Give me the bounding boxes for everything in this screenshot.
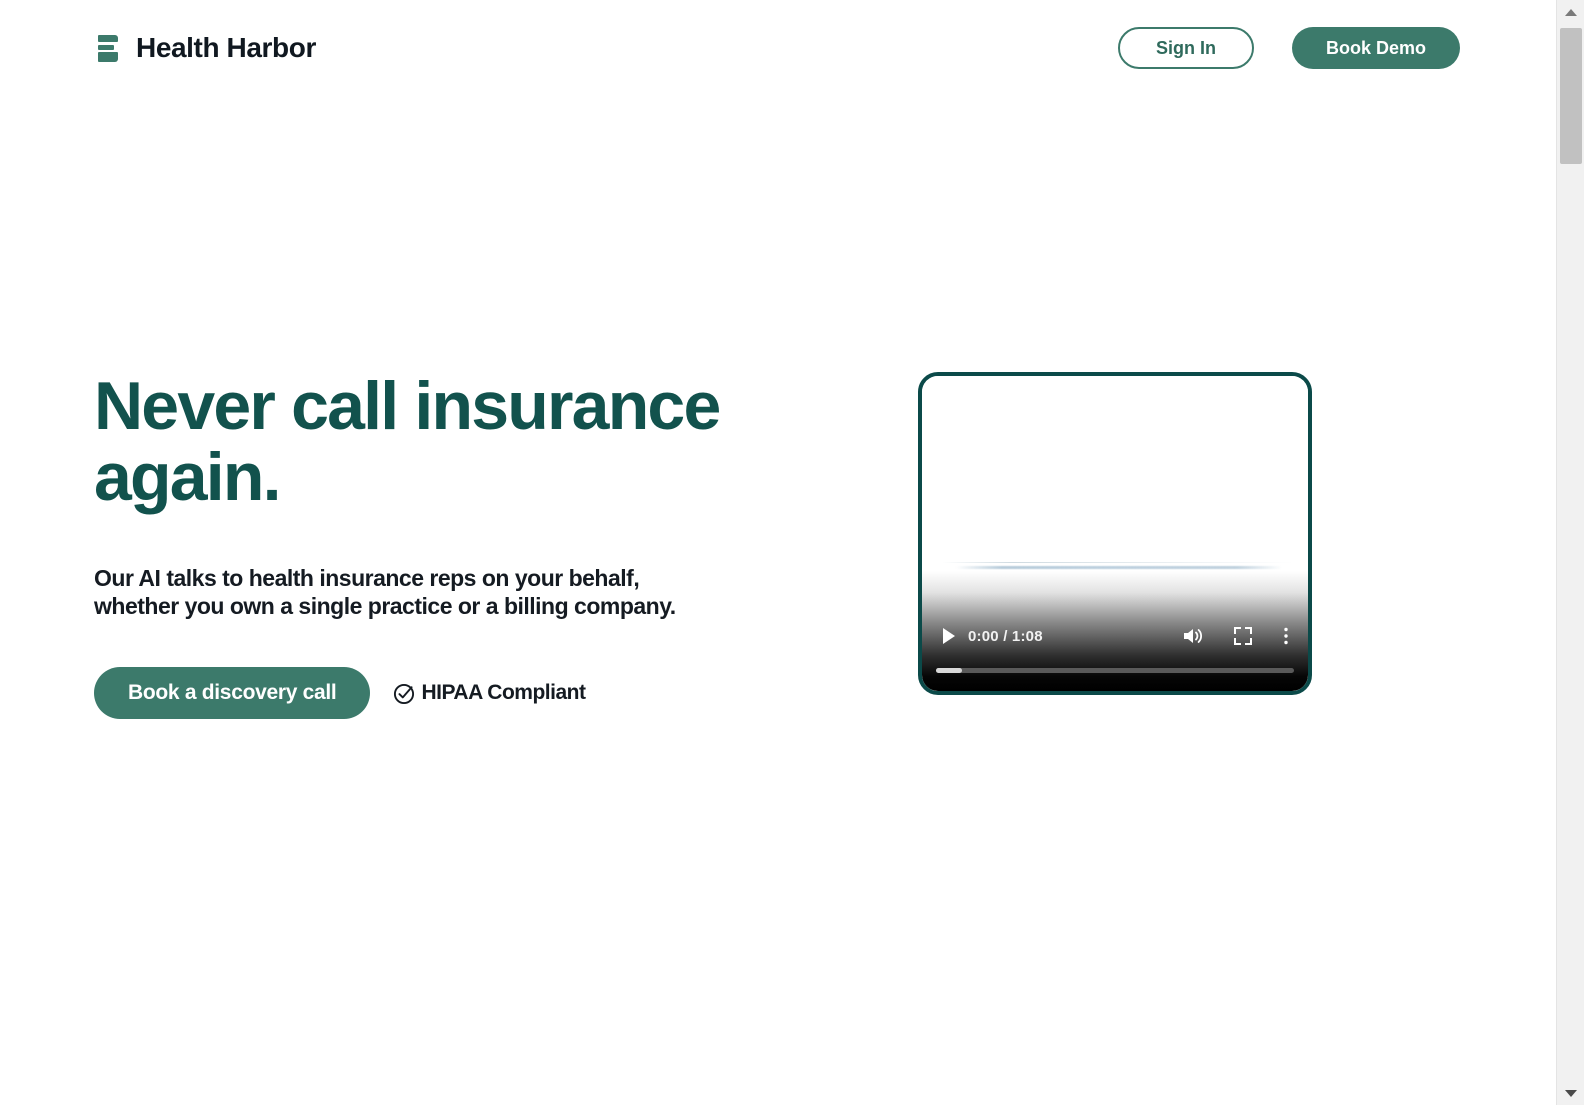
scroll-up-arrow-icon[interactable] bbox=[1557, 0, 1584, 24]
kebab-menu-icon[interactable] bbox=[1278, 624, 1294, 648]
video-frame-edge bbox=[956, 566, 1282, 569]
hero-title-line-1: Never call insurance bbox=[94, 368, 721, 444]
book-discovery-call-button[interactable]: Book a discovery call bbox=[94, 666, 371, 719]
video-controls-bar: 0:00 / 1:08 bbox=[922, 571, 1308, 691]
hero-copy: Never call insurance again. Our AI talks… bbox=[94, 371, 784, 719]
hero-subtitle-line-1: Our AI talks to health insurance reps on… bbox=[94, 565, 640, 592]
page-title: Never call insurance again. bbox=[94, 371, 784, 512]
hero-section: Never call insurance again. Our AI talks… bbox=[0, 96, 1556, 1105]
video-frame-edge-soft bbox=[942, 562, 1294, 563]
header-actions: Sign In Book Demo bbox=[1117, 27, 1460, 69]
hero-subtitle: Our AI talks to health insurance reps on… bbox=[94, 512, 754, 620]
scrollbar-thumb[interactable] bbox=[1560, 28, 1582, 164]
fullscreen-icon[interactable] bbox=[1230, 624, 1256, 648]
hero-cta-row: Book a discovery call HIPAA Compliant bbox=[94, 621, 784, 719]
browser-viewport: Health Harbor Sign In Book Demo Never ca… bbox=[0, 0, 1556, 1105]
play-icon[interactable] bbox=[936, 624, 962, 648]
product-demo-video[interactable]: 0:00 / 1:08 bbox=[918, 372, 1312, 695]
brand-logo[interactable]: Health Harbor bbox=[96, 32, 316, 64]
site-header: Health Harbor Sign In Book Demo bbox=[0, 0, 1556, 96]
hero-title-line-2: again. bbox=[94, 438, 282, 515]
video-progress-bar[interactable] bbox=[936, 668, 1294, 673]
video-progress-thumb[interactable] bbox=[936, 668, 962, 673]
book-demo-button[interactable]: Book Demo bbox=[1291, 27, 1460, 69]
video-controls-row: 0:00 / 1:08 bbox=[922, 621, 1308, 651]
scroll-down-arrow-icon[interactable] bbox=[1557, 1081, 1584, 1105]
harbor-mark-icon bbox=[96, 34, 122, 62]
video-time-display: 0:00 / 1:08 bbox=[968, 627, 1043, 645]
volume-icon[interactable] bbox=[1178, 624, 1210, 648]
hipaa-compliant-badge: HIPAA Compliant bbox=[392, 680, 586, 706]
sign-in-button[interactable]: Sign In bbox=[1117, 27, 1254, 69]
brand-name: Health Harbor bbox=[136, 32, 316, 63]
page-root: Health Harbor Sign In Book Demo Never ca… bbox=[0, 0, 1584, 1105]
circle-check-icon bbox=[392, 680, 418, 706]
hipaa-badge-label: HIPAA Compliant bbox=[421, 680, 586, 704]
page-scrollbar[interactable] bbox=[1556, 0, 1584, 1105]
hero-subtitle-line-2: whether you own a single practice or a b… bbox=[94, 593, 676, 620]
